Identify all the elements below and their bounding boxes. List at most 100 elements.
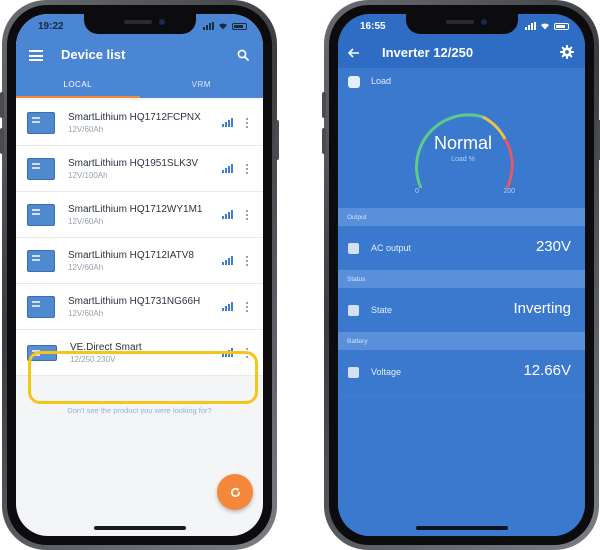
signal-strength-icon xyxy=(222,256,233,265)
cell-signal-icon xyxy=(525,22,536,30)
more-options-icon[interactable] xyxy=(242,255,252,266)
row-label: Voltage xyxy=(371,367,402,377)
home-indicator[interactable] xyxy=(93,526,186,530)
device-spec: 12V/100Ah xyxy=(68,170,108,180)
app-bar: Inverter 12/250 xyxy=(338,38,585,68)
more-options-icon[interactable] xyxy=(242,163,252,174)
menu-icon[interactable] xyxy=(29,50,43,61)
battery-icon xyxy=(554,22,569,30)
device-thumbnail xyxy=(27,111,55,134)
device-name: VE.Direct Smart xyxy=(70,341,142,353)
list-item[interactable]: SmartLithium HQ1712FCPNX 12V/60Ah xyxy=(16,100,263,146)
section-header-battery: Battery xyxy=(338,332,585,350)
home-indicator[interactable] xyxy=(415,526,508,530)
page-title: Inverter 12/250 xyxy=(382,45,474,60)
phone-inverter-detail: 16:55 Inverter 12/250 Load Normal Load %… xyxy=(322,0,600,550)
signal-strength-icon xyxy=(222,164,233,173)
phone-bezel: 16:55 Inverter 12/250 Load Normal Load %… xyxy=(329,5,594,545)
tab-vrm[interactable]: VRM xyxy=(140,74,264,98)
device-thumbnail xyxy=(27,203,55,226)
load-icon xyxy=(348,76,360,88)
device-name: SmartLithium HQ1951SLK3V xyxy=(68,157,199,169)
section-header-output: Output xyxy=(338,208,585,226)
row-value: 230V xyxy=(535,238,571,255)
device-spec: 12V/60Ah xyxy=(68,262,104,272)
status-icons xyxy=(203,22,247,30)
missing-product-link[interactable]: Don't see the product you were looking f… xyxy=(16,406,263,415)
more-options-icon[interactable] xyxy=(242,117,252,128)
status-time: 16:55 xyxy=(360,20,386,32)
battery-icon xyxy=(232,22,247,30)
load-card: Load Normal Load % 0 200 xyxy=(338,68,585,208)
device-thumbnail xyxy=(27,249,55,272)
row-label: AC output xyxy=(371,243,412,253)
volume-up-button xyxy=(0,92,4,118)
back-arrow-icon[interactable] xyxy=(347,46,361,60)
row-voltage[interactable]: Voltage 12.66V xyxy=(338,350,585,394)
signal-strength-icon xyxy=(222,210,233,219)
voltage-icon xyxy=(348,367,359,378)
device-thumbnail xyxy=(27,157,55,180)
volume-down-button xyxy=(0,128,4,154)
volume-down-button xyxy=(322,128,326,154)
section-header-status: Status xyxy=(338,270,585,288)
load-gauge: Normal Load % 0 200 xyxy=(393,90,533,208)
device-spec: 12/250 230V xyxy=(70,354,116,364)
signal-strength-icon xyxy=(222,302,233,311)
app-bar: Device list LOCAL VRM xyxy=(16,38,263,98)
load-label: Load xyxy=(371,76,392,86)
power-button xyxy=(275,120,279,160)
load-value: Normal xyxy=(433,133,492,153)
tab-local[interactable]: LOCAL xyxy=(16,74,140,98)
row-state[interactable]: State Inverting xyxy=(338,288,585,332)
wifi-icon xyxy=(541,23,549,30)
load-unit: Load % xyxy=(451,156,475,163)
phone-bezel: 19:22 Device list LOCAL VRM SmartLithium… xyxy=(7,5,272,545)
device-name: SmartLithium HQ1712WY1M1 xyxy=(68,203,203,215)
device-spec: 12V/60Ah xyxy=(68,124,104,134)
row-ac-output[interactable]: AC output 230V xyxy=(338,226,585,270)
device-thumbnail xyxy=(27,295,55,318)
gauge-min: 0 xyxy=(415,188,419,195)
device-name: SmartLithium HQ1712FCPNX xyxy=(68,111,201,123)
more-options-icon[interactable] xyxy=(242,209,252,220)
refresh-icon xyxy=(230,486,240,497)
page-title: Device list xyxy=(61,47,126,62)
phone-device-list: 19:22 Device list LOCAL VRM SmartLithium… xyxy=(0,0,279,550)
refresh-button[interactable] xyxy=(217,474,253,510)
notch xyxy=(83,14,196,34)
volume-up-button xyxy=(322,92,326,118)
device-spec: 12V/60Ah xyxy=(68,308,104,318)
status-icons xyxy=(525,22,569,30)
tab-bar: LOCAL VRM xyxy=(16,74,263,98)
gear-icon[interactable] xyxy=(559,44,575,60)
signal-strength-icon xyxy=(222,348,233,357)
row-value: Inverting xyxy=(513,300,571,317)
device-name: SmartLithium HQ1731NG66H xyxy=(68,295,201,307)
notch xyxy=(405,14,518,34)
list-item[interactable]: SmartLithium HQ1731NG66H 12V/60Ah xyxy=(16,284,263,330)
wifi-icon xyxy=(219,23,227,30)
ac-output-icon xyxy=(348,243,359,254)
list-item[interactable]: SmartLithium HQ1951SLK3V 12V/100Ah xyxy=(16,146,263,192)
screen: 16:55 Inverter 12/250 Load Normal Load %… xyxy=(338,14,585,536)
screen: 19:22 Device list LOCAL VRM SmartLithium… xyxy=(16,14,263,536)
cell-signal-icon xyxy=(203,22,214,30)
content-background xyxy=(338,399,585,536)
list-item-ve-direct-smart[interactable]: VE.Direct Smart 12/250 230V xyxy=(16,330,263,376)
list-item[interactable]: SmartLithium HQ1712WY1M1 12V/60Ah xyxy=(16,192,263,238)
device-thumbnail xyxy=(27,344,57,361)
signal-strength-icon xyxy=(222,118,233,127)
list-item[interactable]: SmartLithium HQ1712IATV8 12V/60Ah xyxy=(16,238,263,284)
stage: 19:22 Device list LOCAL VRM SmartLithium… xyxy=(0,0,600,550)
search-icon[interactable] xyxy=(237,49,249,61)
more-options-icon[interactable] xyxy=(242,347,252,358)
row-label: State xyxy=(371,305,393,315)
row-value: 12.66V xyxy=(523,362,571,379)
device-spec: 12V/60Ah xyxy=(68,216,104,226)
device-list: SmartLithium HQ1712FCPNX 12V/60Ah SmartL… xyxy=(16,100,263,376)
more-options-icon[interactable] xyxy=(242,301,252,312)
device-name: SmartLithium HQ1712IATV8 xyxy=(68,249,194,261)
status-time: 19:22 xyxy=(38,20,64,32)
gauge-max: 200 xyxy=(503,188,515,195)
